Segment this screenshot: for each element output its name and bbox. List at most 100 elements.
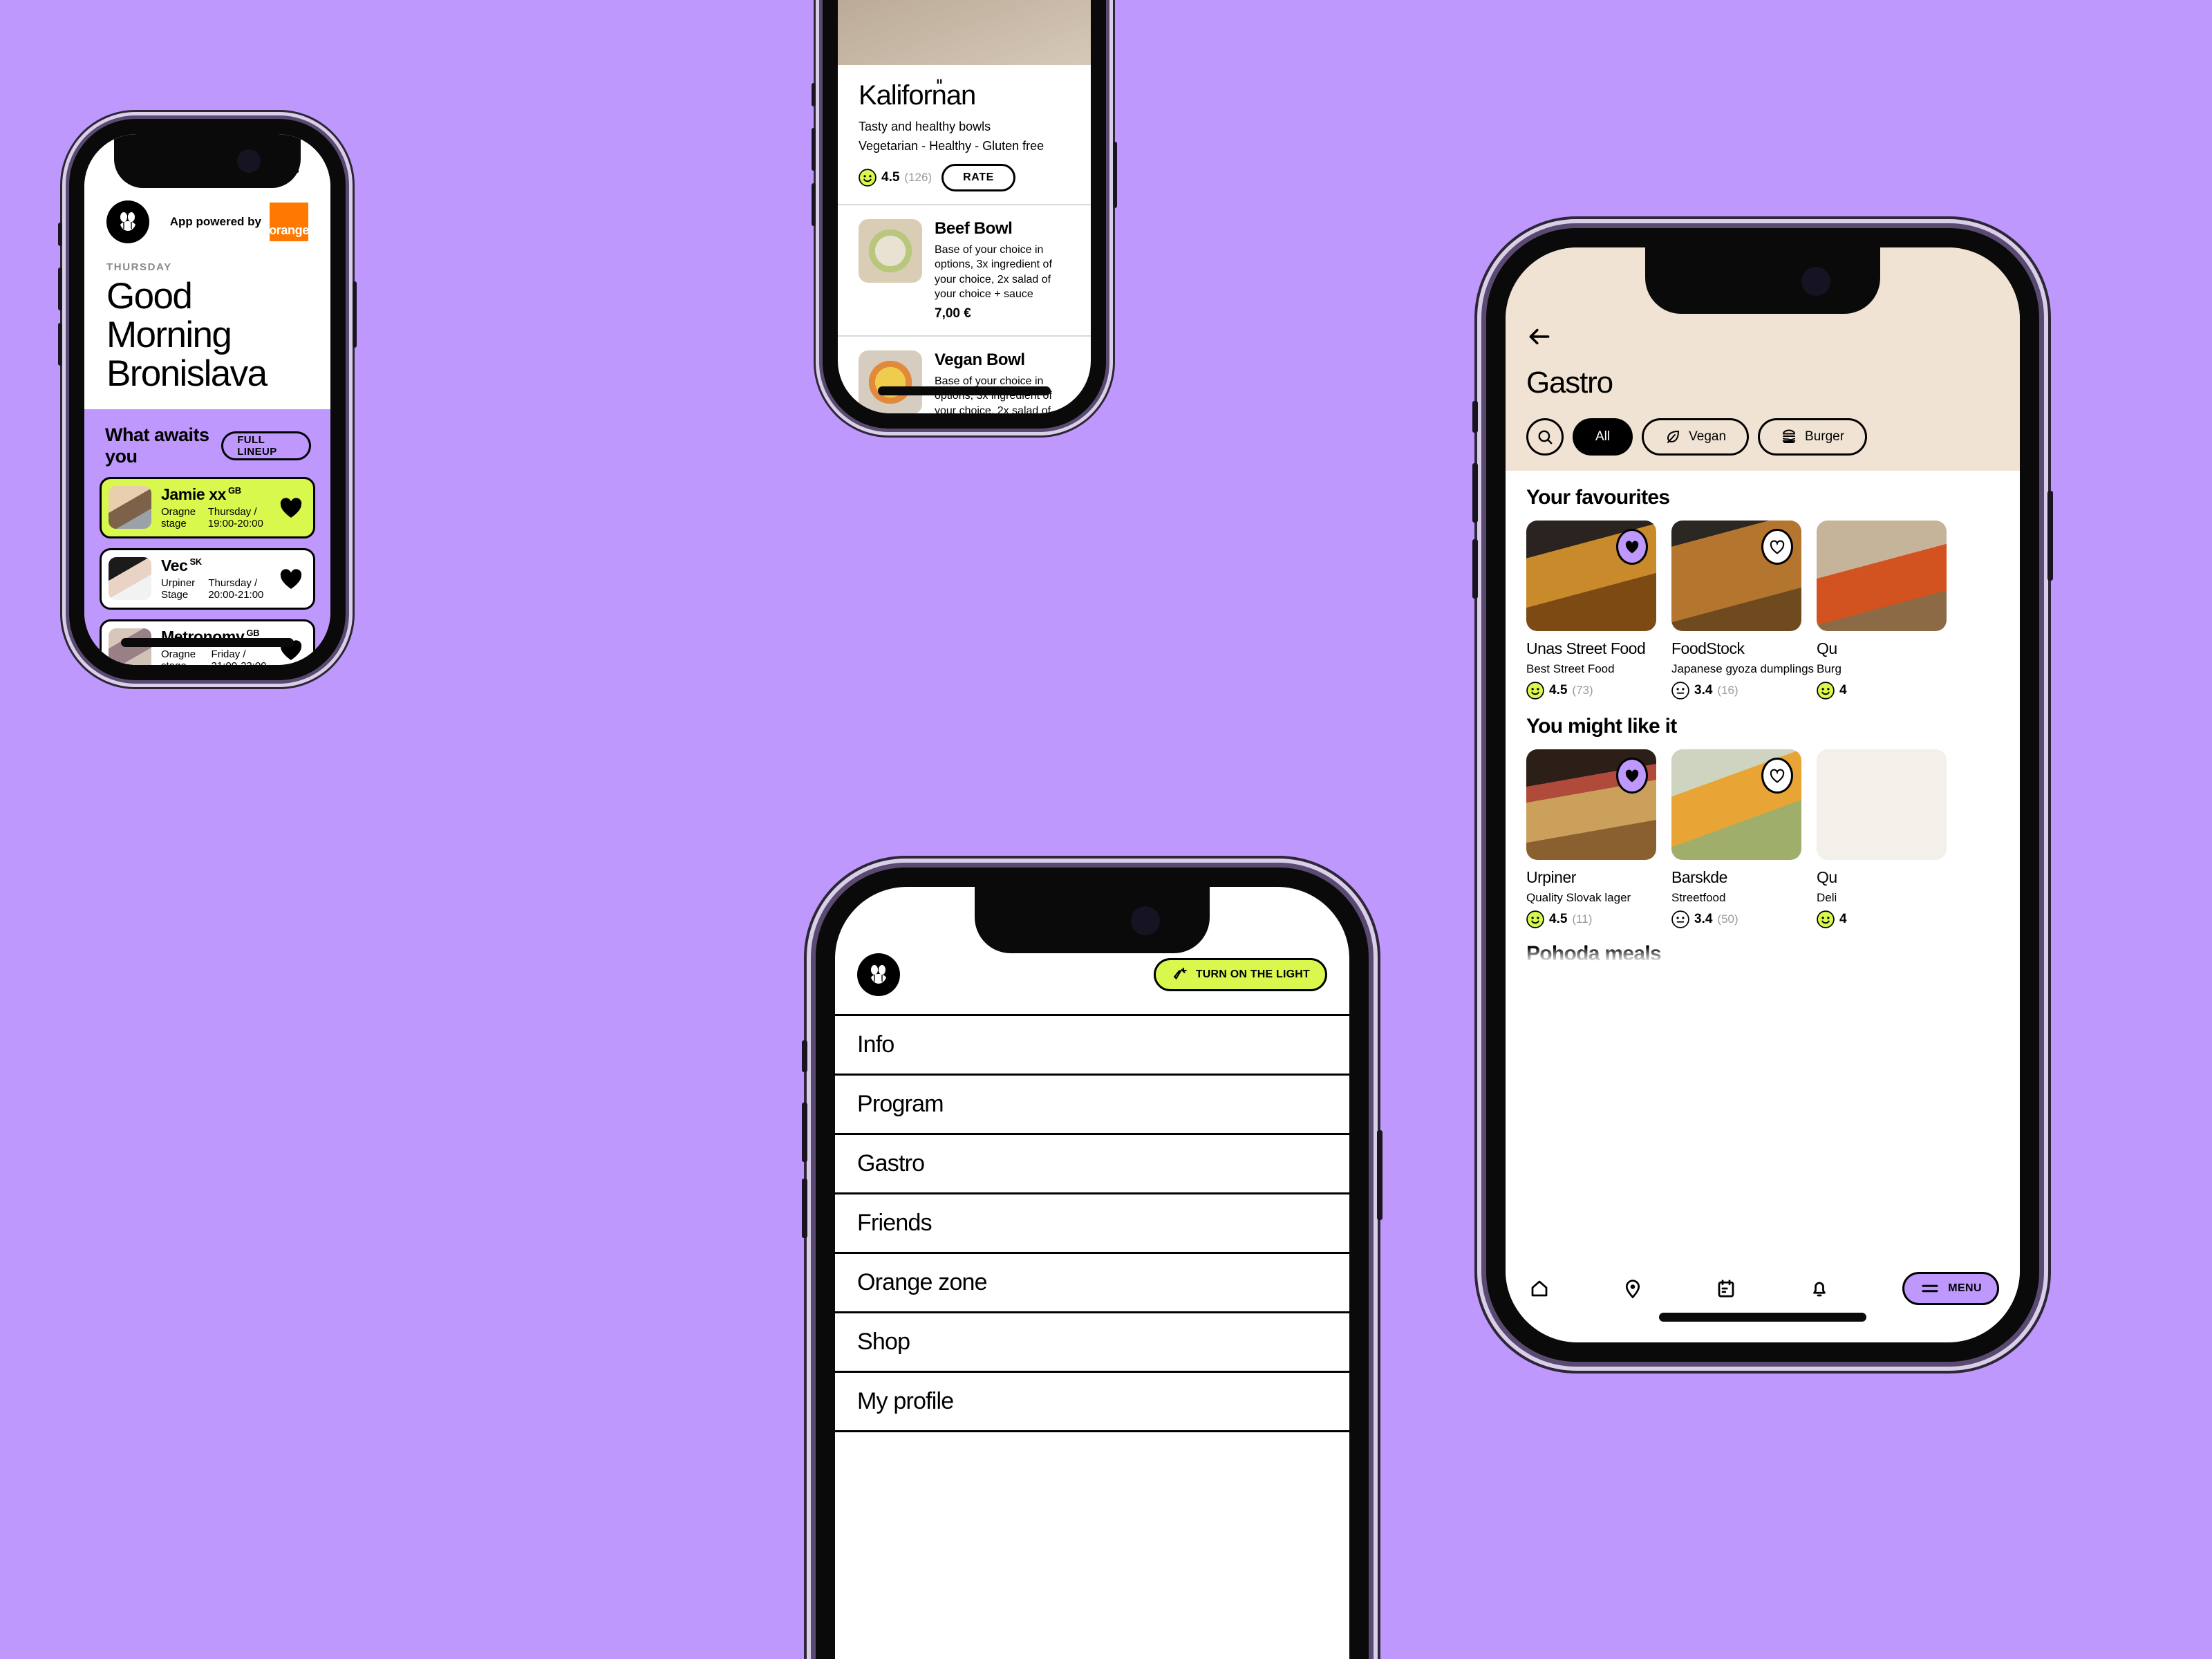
calendar-icon[interactable] [1716,1278,1736,1299]
search-button[interactable] [1526,418,1564,456]
arrow-left-icon[interactable] [1526,324,1553,350]
volume-down-button[interactable] [802,1179,807,1238]
front-camera-icon [1801,267,1830,296]
menu-item-shop[interactable]: Shop [835,1313,1349,1373]
rating-value: 3.4 [1694,912,1713,926]
orange-logo: orange [269,203,309,241]
bottom-navigation: MENU [1506,1264,2020,1305]
artist-meta: Oragne stage Thursday / 19:00-20:00 [161,506,269,529]
artist-time: Thursday / 19:00-20:00 [207,505,263,529]
dish-description: Base of your choice in options, 3x ingre… [935,244,1052,300]
restaurant-name: Qu [1817,868,1837,886]
notch [975,887,1210,953]
volume-up-button[interactable] [1472,463,1478,523]
restaurant-card[interactable]: Qu Deli 4 [1817,749,1947,928]
artist-country: SK [189,556,202,567]
lineup-item[interactable]: Vec SK Urpiner Stage Thursday / 20:00-21:… [100,547,315,610]
volume-down-button[interactable] [812,183,816,226]
rating-value: 4 [1839,912,1847,926]
home-indicator [1659,1313,1866,1322]
favourite-toggle-icon[interactable] [1761,529,1793,565]
phone-screen: TURN ON THE LIGHT Info Program Gastro Fr… [835,887,1349,1659]
section-header: What awaits you FULL LINEUP [100,424,315,467]
turn-on-light-button[interactable]: TURN ON THE LIGHT [1153,958,1327,991]
map-pin-icon[interactable] [1622,1278,1643,1299]
restaurant-desc: Burg [1817,662,1841,675]
restaurant-card[interactable]: Unas Street Food Best Street Food 4.5 (7… [1526,521,1656,700]
restaurant-detail: Kaliforn̎an Tasty and healthy bowls Vege… [838,65,1091,205]
menu-item-my-profile[interactable]: My profile [835,1373,1349,1432]
restaurant-card[interactable]: Barskde Streetfood 3.4 (50) [1671,749,1801,928]
dish-photo [859,350,922,413]
mute-switch[interactable] [812,83,816,106]
favourite-toggle-icon[interactable] [1616,529,1648,565]
orange-logo-text: orange [269,223,309,237]
heart-outline-icon [1770,769,1785,783]
filter-chip-label: All [1595,429,1611,444]
pohoda-festival-logo[interactable] [857,953,900,996]
artist-name: Vec SK [161,557,269,574]
filter-chip-vegan[interactable]: Vegan [1642,418,1750,456]
rating-count: (73) [1572,684,1593,697]
full-lineup-button[interactable]: FULL LINEUP [221,431,311,460]
power-button[interactable] [2047,491,2053,581]
heart-filled-icon[interactable] [279,567,303,590]
menu-item-info[interactable]: Info [835,1016,1349,1076]
lineup-item[interactable]: Jamie xx GB Oragne stage Thursday / 19:00… [100,476,315,538]
artist-meta: Oragne stage Friday / 21:00-22:00 [161,648,269,665]
favourites-card-row[interactable]: Unas Street Food Best Street Food 4.5 (7… [1526,521,1999,700]
restaurant-photo [1671,749,1801,860]
menu-item[interactable]: Vegan Bowl Base of your choice in option… [838,337,1091,413]
volume-up-button[interactable] [802,1103,807,1162]
section-title-favourites: Your favourites [1526,486,1670,509]
artist-avatar [109,557,151,601]
restaurant-card[interactable]: Qu Burg 4 [1817,521,1947,700]
heart-filled-icon[interactable] [279,496,303,519]
artist-stage: Oragne stage [161,505,196,529]
nav-menu-button[interactable]: MENU [1902,1272,1999,1305]
page-title: Gastro [1526,366,1613,400]
menu-item-orange-zone[interactable]: Orange zone [835,1254,1349,1313]
power-button[interactable] [1377,1130,1382,1220]
restaurant-name: Barskde [1671,868,1727,886]
menu-item-program[interactable]: Program [835,1076,1349,1135]
rating-block: 4.5 (126) [859,169,932,187]
phone-screen: 19:02 [84,134,330,665]
menu-item[interactable]: Beef Bowl Base of your choice in options… [838,205,1091,337]
rate-button[interactable]: RATE [941,164,1015,191]
powered-by-label: App powered by [169,215,261,228]
rating-row: 4 [1817,910,1947,928]
mute-switch[interactable] [1472,401,1478,433]
front-camera-icon [1131,906,1160,935]
filter-chip-all[interactable]: All [1573,418,1633,456]
filter-chips: All Vegan Burger [1526,418,1999,456]
artist-avatar [109,486,151,529]
pohoda-festival-logo[interactable] [106,200,149,243]
filter-chip-burger[interactable]: Burger [1758,418,1868,456]
favourite-toggle-icon[interactable] [1761,758,1793,794]
suggestions-card-row[interactable]: Urpiner Quality Slovak lager 4.5 (11) Ba… [1526,749,1999,928]
volume-down-button[interactable] [58,323,62,366]
brand-row: App powered by orange [106,200,309,243]
volume-up-button[interactable] [812,128,816,171]
heart-filled-icon [1625,541,1639,554]
volume-up-button[interactable] [58,268,62,310]
greeting-title: Good Morning Bronislava [106,276,268,395]
power-button[interactable] [1113,142,1117,208]
menu-item-gastro[interactable]: Gastro [835,1135,1349,1194]
restaurant-card[interactable]: Urpiner Quality Slovak lager 4.5 (11) [1526,749,1656,928]
menu-item-friends[interactable]: Friends [835,1194,1349,1254]
rating-count: (16) [1717,684,1738,697]
volume-down-button[interactable] [1472,539,1478,599]
turn-on-light-label: TURN ON THE LIGHT [1195,968,1310,980]
favourite-toggle-icon[interactable] [1616,758,1648,794]
mute-switch[interactable] [802,1040,807,1072]
phone-menu-mockup: TURN ON THE LIGHT Info Program Gastro Fr… [802,868,1382,1659]
smiley-happy-icon [1817,910,1835,928]
mute-switch[interactable] [58,223,62,246]
bell-icon[interactable] [1809,1278,1830,1299]
restaurant-name: Urpiner [1526,868,1576,886]
restaurant-card[interactable]: FoodStock Japanese gyoza dumplings 3.4 (… [1671,521,1814,700]
power-button[interactable] [353,281,357,348]
home-icon[interactable] [1529,1278,1550,1299]
